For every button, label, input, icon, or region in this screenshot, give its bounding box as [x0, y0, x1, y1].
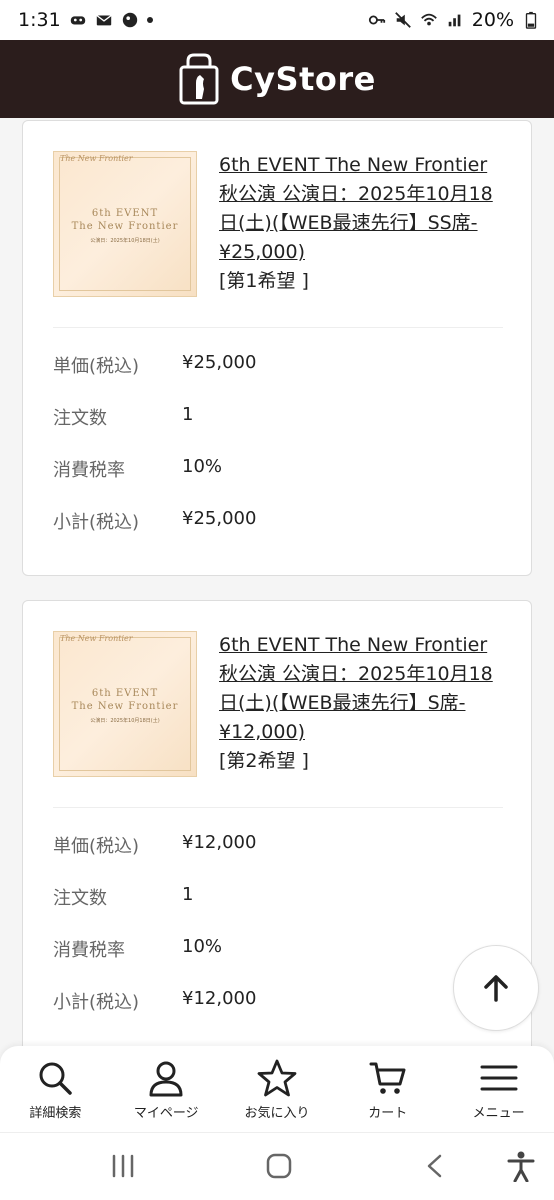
- back-icon: [427, 1154, 442, 1178]
- nav-search[interactable]: 詳細検索: [0, 1046, 111, 1132]
- key-icon: [368, 15, 385, 25]
- game-controller-icon: [70, 16, 85, 25]
- shopping-bag-logo-icon[interactable]: [178, 53, 220, 105]
- row-value: 1: [182, 884, 194, 905]
- row-value: ¥12,000: [182, 832, 257, 853]
- nav-favorites[interactable]: お気に入り: [222, 1046, 333, 1132]
- thumbnail-line-2: The New Frontier: [71, 701, 179, 712]
- nav-mypage[interactable]: マイページ: [111, 1046, 222, 1132]
- tax-rate-row: 消費税率 10%: [53, 936, 501, 988]
- accessibility-icon: [507, 1151, 535, 1182]
- row-value: 10%: [182, 936, 223, 957]
- row-label: 消費税率: [53, 940, 125, 961]
- nav-label: メニュー: [472, 1106, 525, 1121]
- subtotal-row: 小計(税込) ¥12,000: [53, 988, 501, 1040]
- order-item-card: The New Frontier 6th EVENT The New Front…: [22, 120, 532, 576]
- tax-rate-row: 消費税率 10%: [53, 456, 501, 508]
- row-label: 消費税率: [53, 460, 125, 481]
- product-title-link[interactable]: 6th EVENT The New Frontier 秋公演 公演日：2025年…: [219, 631, 503, 747]
- brand-name[interactable]: CyStore: [230, 60, 376, 98]
- thumbnail-line-1: 6th EVENT: [91, 688, 159, 699]
- thumbnail-line-3: 公演日：2025年10月18日(土): [90, 238, 160, 244]
- preference-label: [第1希望 ]: [219, 270, 309, 292]
- product-title-link[interactable]: 6th EVENT The New Frontier 秋公演 公演日：2025年…: [219, 151, 503, 267]
- status-time: 1:31: [18, 9, 61, 31]
- app-header: CyStore: [0, 40, 554, 118]
- battery-percent: 20%: [471, 9, 514, 31]
- preference-label: [第2希望 ]: [219, 750, 309, 772]
- wifi-icon: [420, 13, 437, 26]
- row-label: 注文数: [53, 408, 107, 429]
- row-value: 1: [182, 404, 194, 425]
- row-value: ¥25,000: [182, 508, 257, 529]
- scroll-to-top-button[interactable]: [453, 945, 539, 1031]
- thumbnail-logo: The New Frontier: [60, 634, 133, 643]
- menu-icon: [480, 1065, 518, 1091]
- search-icon: [39, 1062, 73, 1095]
- arrow-up-icon: [484, 975, 508, 1002]
- row-label: 小計(税込): [53, 512, 140, 533]
- status-bar: 1:31 20%: [0, 0, 554, 40]
- row-value: ¥25,000: [182, 352, 257, 373]
- nav-cart[interactable]: カート: [332, 1046, 443, 1132]
- thumbnail-line-1: 6th EVENT: [91, 208, 159, 219]
- recent-apps-button[interactable]: [108, 1153, 138, 1179]
- row-value: 10%: [182, 456, 223, 477]
- unit-price-row: 単価(税込) ¥12,000: [53, 832, 501, 884]
- nav-label: カート: [368, 1106, 408, 1121]
- order-list[interactable]: The New Frontier 6th EVENT The New Front…: [0, 118, 554, 1046]
- signal-icon: [448, 14, 461, 27]
- nav-label: お気に入り: [244, 1106, 310, 1121]
- row-label: 注文数: [53, 888, 107, 909]
- mute-icon: [394, 12, 411, 28]
- quantity-row: 注文数 1: [53, 884, 501, 936]
- star-icon: [257, 1059, 297, 1097]
- home-icon: [266, 1153, 292, 1179]
- unit-price-row: 単価(税込) ¥25,000: [53, 352, 501, 404]
- system-navigation-bar: [0, 1132, 554, 1200]
- row-label: 単価(税込): [53, 836, 140, 857]
- bottom-navigation: 詳細検索 マイページ お気に入り カート メニュー: [0, 1046, 554, 1132]
- thumbnail-logo: The New Frontier: [60, 154, 133, 163]
- product-thumbnail[interactable]: The New Frontier 6th EVENT The New Front…: [53, 151, 197, 297]
- app-notification-icon: [122, 12, 137, 28]
- thumbnail-line-3: 公演日：2025年10月18日(土): [90, 718, 160, 724]
- quantity-row: 注文数 1: [53, 404, 501, 456]
- subtotal-row: 小計(税込) ¥25,000: [53, 508, 501, 560]
- accessibility-button[interactable]: [506, 1150, 536, 1182]
- row-label: 小計(税込): [53, 992, 140, 1013]
- recent-apps-icon: [112, 1154, 134, 1178]
- row-value: ¥12,000: [182, 988, 257, 1009]
- mail-icon: [96, 14, 112, 26]
- cart-icon: [369, 1062, 406, 1094]
- nav-label: 詳細検索: [29, 1106, 82, 1121]
- more-notifications-dot: [146, 17, 153, 23]
- nav-label: マイページ: [133, 1106, 199, 1121]
- thumbnail-line-2: The New Frontier: [71, 221, 179, 232]
- product-thumbnail[interactable]: The New Frontier 6th EVENT The New Front…: [53, 631, 197, 777]
- back-button[interactable]: [420, 1153, 450, 1179]
- nav-menu[interactable]: メニュー: [443, 1046, 554, 1132]
- row-label: 単価(税込): [53, 356, 140, 377]
- battery-icon: [525, 11, 537, 29]
- home-button[interactable]: [264, 1153, 294, 1179]
- user-icon: [149, 1061, 183, 1097]
